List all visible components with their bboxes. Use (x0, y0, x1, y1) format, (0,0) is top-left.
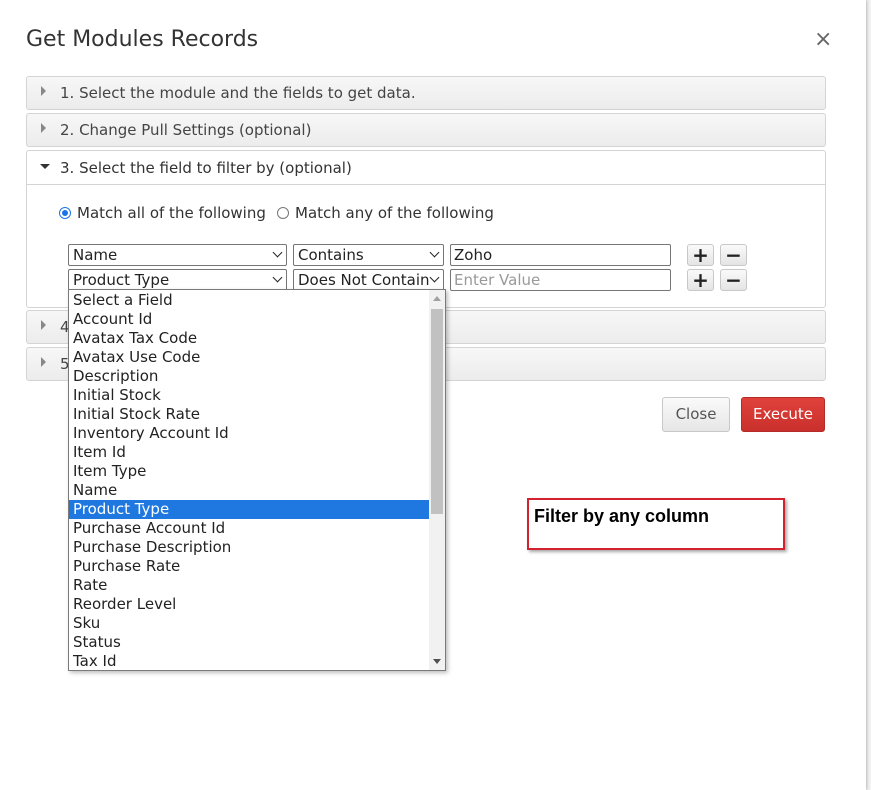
dropdown-option[interactable]: Select a Field (69, 291, 429, 310)
match-all-label: Match all of the following (77, 204, 266, 222)
dropdown-option[interactable]: Sku (69, 614, 429, 633)
radio-unchecked-icon[interactable] (277, 207, 289, 219)
field-dropdown-list[interactable]: Select a Field Account Id Avatax Tax Code A… (68, 289, 446, 671)
caret-right-icon (41, 320, 46, 330)
scrollbar-thumb[interactable] (431, 309, 443, 514)
section-select-module[interactable]: 1. Select the module and the fields to g… (26, 76, 826, 110)
filter-field-value: Name (73, 246, 118, 264)
chevron-down-icon (429, 247, 440, 258)
caret-right-icon (41, 357, 46, 367)
dropdown-option[interactable]: Purchase Rate (69, 557, 429, 576)
filter-operator-select[interactable]: Does Not Contain (293, 269, 444, 291)
section-pull-settings[interactable]: 2. Change Pull Settings (optional) (26, 113, 826, 147)
section-label: 2. Change Pull Settings (optional) (60, 121, 312, 139)
chevron-down-icon (272, 272, 283, 283)
dropdown-option[interactable]: Avatax Tax Code (69, 329, 429, 348)
chevron-down-icon (429, 272, 440, 283)
dropdown-option[interactable]: Inventory Account Id (69, 424, 429, 443)
section-label: 3. Select the field to filter by (option… (60, 159, 352, 177)
radio-checked-icon[interactable] (59, 207, 71, 219)
filter-operator-value: Contains (298, 246, 364, 264)
filter-field-value: Product Type (73, 271, 170, 289)
filter-operator-value: Does Not Contain (298, 271, 430, 289)
annotation-callout: Filter by any column (527, 498, 785, 550)
dropdown-option[interactable]: Initial Stock (69, 386, 429, 405)
dropdown-option[interactable]: Reorder Level (69, 595, 429, 614)
execute-button[interactable]: Execute (741, 397, 825, 432)
dropdown-scrollbar[interactable] (429, 290, 445, 670)
caret-down-icon (40, 164, 50, 169)
dropdown-option[interactable]: Item Type (69, 462, 429, 481)
remove-filter-button[interactable]: − (720, 269, 747, 291)
remove-filter-button[interactable]: − (720, 244, 747, 266)
filter-value-input[interactable]: Zoho (450, 244, 671, 266)
filter-field-select[interactable]: Name (68, 244, 287, 266)
filter-value-input[interactable]: Enter Value (450, 269, 671, 291)
dropdown-option[interactable]: Purchase Account Id (69, 519, 429, 538)
dropdown-option[interactable]: Purchase Description (69, 538, 429, 557)
caret-right-icon (41, 123, 46, 133)
get-modules-records-dialog: Get Modules Records × 1. Select the modu… (0, 0, 866, 790)
scroll-up-icon[interactable] (433, 296, 441, 301)
section-label: 1. Select the module and the fields to g… (60, 84, 416, 102)
dropdown-option[interactable]: Tax Id (69, 652, 429, 670)
match-any-label: Match any of the following (295, 204, 494, 222)
match-all-radio[interactable]: Match all of the following (59, 204, 266, 222)
dropdown-option[interactable]: Rate (69, 576, 429, 595)
dropdown-option[interactable]: Name (69, 481, 429, 500)
dropdown-option[interactable]: Initial Stock Rate (69, 405, 429, 424)
dropdown-option[interactable]: Item Id (69, 443, 429, 462)
caret-right-icon (41, 86, 46, 96)
dropdown-option[interactable]: Avatax Use Code (69, 348, 429, 367)
chevron-down-icon (272, 247, 283, 258)
section-filter-header[interactable]: 3. Select the field to filter by (option… (27, 151, 825, 185)
close-button[interactable]: Close (662, 397, 730, 432)
close-icon[interactable]: × (814, 28, 832, 52)
scroll-down-icon[interactable] (433, 659, 441, 664)
dropdown-option[interactable]: Product Type (69, 500, 429, 519)
filter-field-select[interactable]: Product Type (68, 269, 287, 291)
add-filter-button[interactable]: + (687, 269, 714, 291)
filter-operator-select[interactable]: Contains (293, 244, 444, 266)
dropdown-option[interactable]: Account Id (69, 310, 429, 329)
dropdown-option[interactable]: Description (69, 367, 429, 386)
add-filter-button[interactable]: + (687, 244, 714, 266)
dropdown-option[interactable]: Status (69, 633, 429, 652)
match-any-radio[interactable]: Match any of the following (277, 204, 494, 222)
dialog-title: Get Modules Records (26, 27, 259, 52)
